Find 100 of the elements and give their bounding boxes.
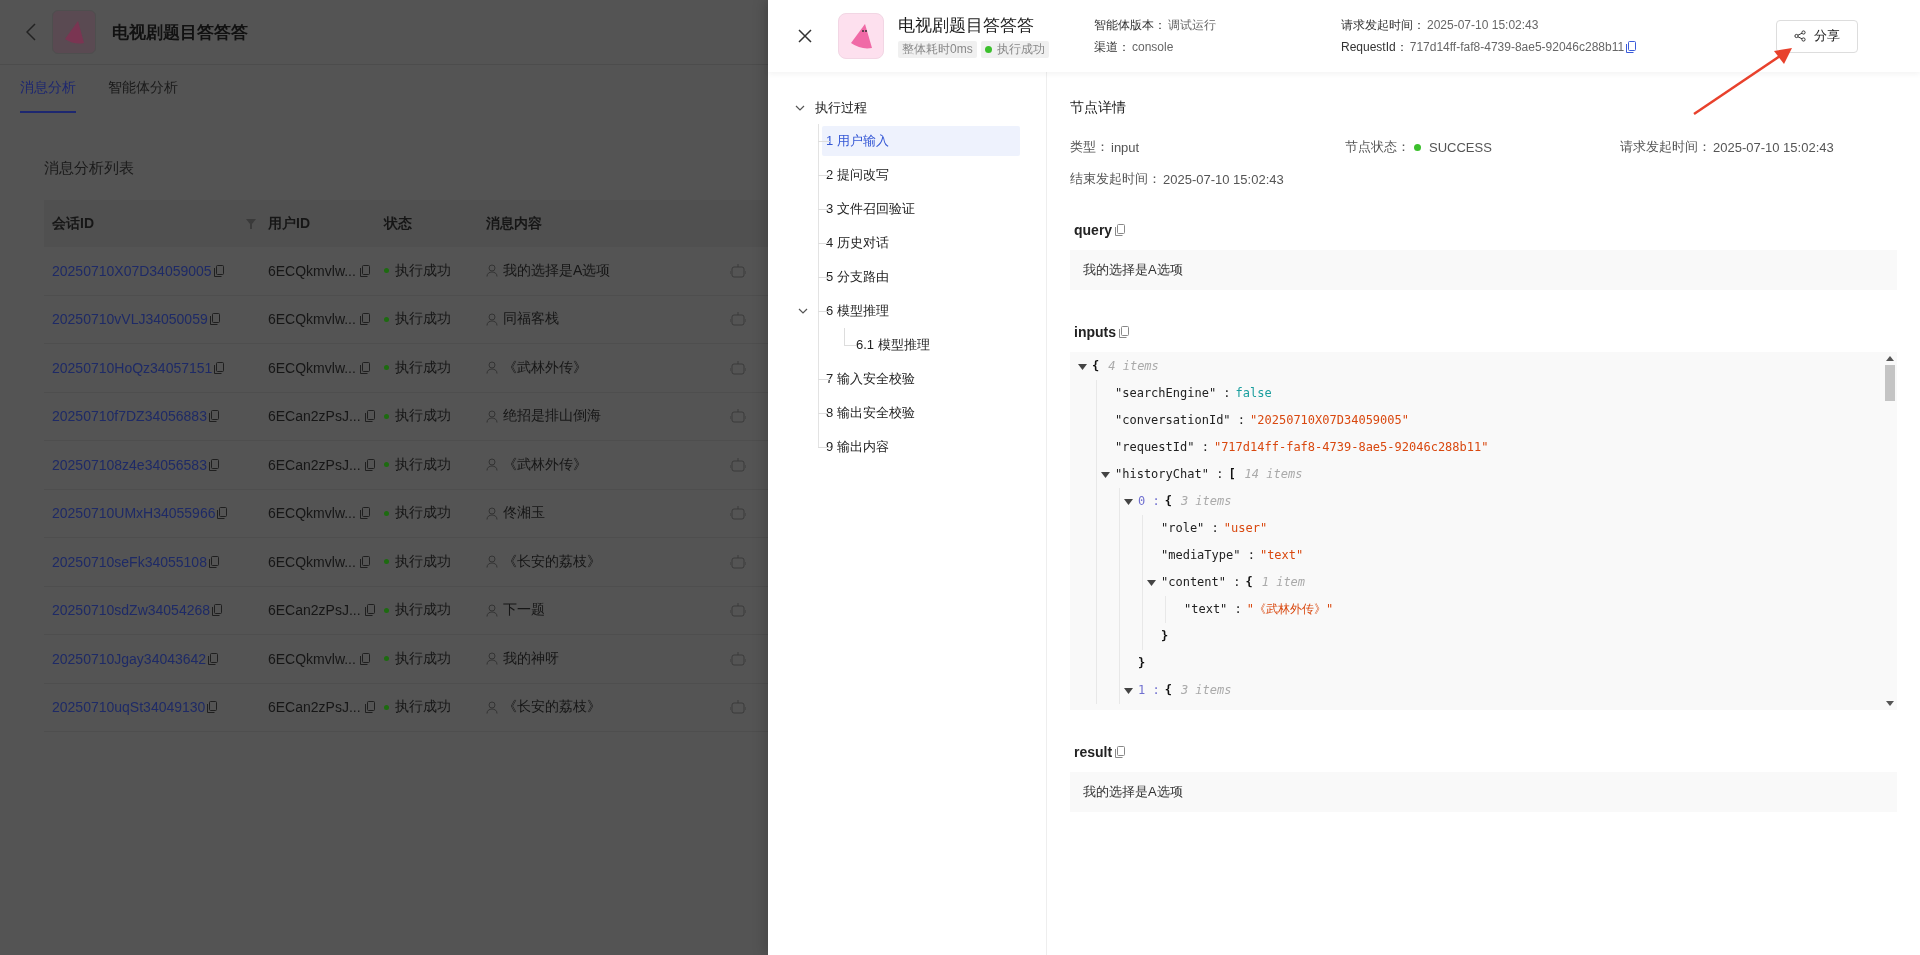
user-icon: [486, 409, 498, 423]
status-text: 执行成功: [395, 310, 451, 329]
user-id: 6ECan2zPsJ...: [268, 408, 361, 425]
agent-title: 电视剧题目答答答: [112, 21, 248, 44]
copy-icon[interactable]: [1119, 326, 1129, 338]
chevron-down-icon[interactable]: [798, 308, 808, 314]
status-dot: [384, 365, 389, 371]
json-value: "《武林外传》": [1246, 601, 1334, 618]
message-text: 《武林外传》: [503, 455, 587, 474]
collapse-triangle-icon[interactable]: [1078, 363, 1087, 370]
duration-tag: 整体耗时0ms: [898, 41, 977, 58]
json-key: "historyChat" :: [1115, 461, 1224, 488]
field-label: 结束发起时间：: [1070, 170, 1161, 188]
output-text: 我的选择是A选项: [1070, 250, 1897, 290]
section-heading: 节点详情: [1070, 99, 1127, 117]
json-key: "text" :: [1184, 596, 1242, 623]
user-id: 6ECQkmvlw...: [268, 359, 356, 376]
agent-avatar: [838, 13, 884, 59]
scroll-thumb[interactable]: [1885, 365, 1895, 401]
json-key: "content" :: [1161, 569, 1241, 596]
message-text: 《武林外传》: [503, 358, 587, 377]
status-dot: [384, 413, 389, 419]
section-title: query: [1074, 222, 1113, 238]
status-text: 执行成功: [395, 698, 451, 717]
status-text: 执行成功: [395, 358, 451, 377]
field-value: 2025-07-10 15:02:43: [1163, 171, 1284, 187]
tree-item[interactable]: 6.1 模型推理: [852, 330, 930, 360]
json-value: "717d14ff-faf8-4739-8ae5-92046c288b11": [1213, 439, 1489, 456]
json-value: false: [1235, 385, 1272, 402]
section-title: inputs: [1074, 324, 1116, 340]
meta-label: RequestId：: [1341, 38, 1408, 56]
json-bracket: }: [1160, 628, 1169, 645]
json-key: "searchEngine" :: [1115, 380, 1231, 407]
user-id: 6ECQkmvlw...: [268, 553, 356, 570]
message-text: 《长安的荔枝》: [503, 552, 601, 571]
collapse-triangle-icon[interactable]: [1124, 687, 1133, 694]
json-bracket: {: [1245, 574, 1253, 591]
tree-item[interactable]: 8 输出安全校验: [822, 398, 1014, 428]
json-bracket: {: [1164, 682, 1172, 699]
copy-icon[interactable]: [1115, 746, 1126, 758]
user-icon: [486, 652, 498, 666]
tree-item[interactable]: 3 文件召回验证: [822, 194, 1014, 224]
meta-value: console: [1132, 40, 1174, 54]
message-text: 佟湘玉: [503, 504, 545, 523]
json-key: 0 :: [1138, 488, 1160, 515]
close-icon[interactable]: [798, 29, 812, 43]
meta-label: 请求发起时间：: [1341, 16, 1425, 34]
user-icon: [486, 312, 498, 326]
json-key: "conversationId" :: [1115, 407, 1246, 434]
scroll-down-icon[interactable]: [1886, 701, 1894, 706]
column-header: 消息内容: [486, 214, 542, 233]
tree-item[interactable]: 4 历史对话: [822, 228, 1014, 258]
copy-icon[interactable]: [1626, 41, 1637, 53]
agent-avatar: [52, 10, 96, 54]
message-text: 下一题: [503, 601, 545, 620]
message-text: 我的神呀: [503, 649, 559, 668]
chevron-down-icon[interactable]: [795, 105, 805, 111]
collapse-triangle-icon[interactable]: [1124, 498, 1133, 505]
json-key: "mediaType" :: [1161, 542, 1255, 569]
status-dot: [384, 607, 389, 613]
tree-root-label[interactable]: 执行过程: [815, 99, 867, 117]
status-tag: 执行成功: [980, 41, 1049, 58]
user-icon: [486, 264, 498, 278]
json-key: "role" :: [1161, 515, 1219, 542]
back-icon[interactable]: [26, 23, 36, 41]
json-key: "requestId" :: [1115, 434, 1209, 461]
user-id: 6ECan2zPsJ...: [268, 699, 361, 716]
collapse-triangle-icon[interactable]: [1101, 471, 1110, 478]
user-icon: [486, 700, 498, 714]
tree-item[interactable]: 6 模型推理: [822, 296, 1014, 326]
share-icon: [1794, 30, 1806, 42]
user-id: 6ECQkmvlw...: [268, 262, 356, 279]
section-title: result: [1074, 744, 1113, 760]
json-key: 1 :: [1138, 677, 1160, 704]
user-id: 6ECQkmvlw...: [268, 311, 356, 328]
json-value: "user": [1223, 520, 1268, 537]
meta-value: 717d14ff-faf8-4739-8ae5-92046c288b11: [1409, 40, 1625, 54]
tree-item[interactable]: 5 分支路由: [822, 262, 1014, 292]
copy-icon[interactable]: [1115, 224, 1126, 236]
column-header: 用户ID: [268, 214, 310, 233]
meta-label: 智能体版本：: [1094, 16, 1166, 34]
field-value: input: [1111, 139, 1140, 155]
status-text: 执行成功: [395, 552, 451, 571]
user-icon: [486, 506, 498, 520]
json-bracket: {: [1092, 358, 1100, 375]
status-dot: [384, 704, 389, 710]
status-text: 执行成功: [395, 455, 451, 474]
status-text: 执行成功: [395, 601, 451, 620]
field-label: 节点状态：: [1345, 138, 1410, 156]
status-dot: [384, 462, 389, 468]
field-value: 2025-07-10 15:02:43: [1713, 139, 1834, 155]
collapse-triangle-icon[interactable]: [1147, 579, 1156, 586]
meta-label: 渠道：: [1094, 38, 1130, 56]
scroll-up-icon[interactable]: [1886, 356, 1894, 361]
field-label: 请求发起时间：: [1620, 138, 1711, 156]
share-button[interactable]: 分享: [1776, 19, 1858, 53]
json-bracket: [: [1228, 466, 1236, 483]
status-text: 执行成功: [395, 407, 451, 426]
item-count: 1 item: [1261, 574, 1306, 591]
user-icon: [486, 603, 498, 617]
